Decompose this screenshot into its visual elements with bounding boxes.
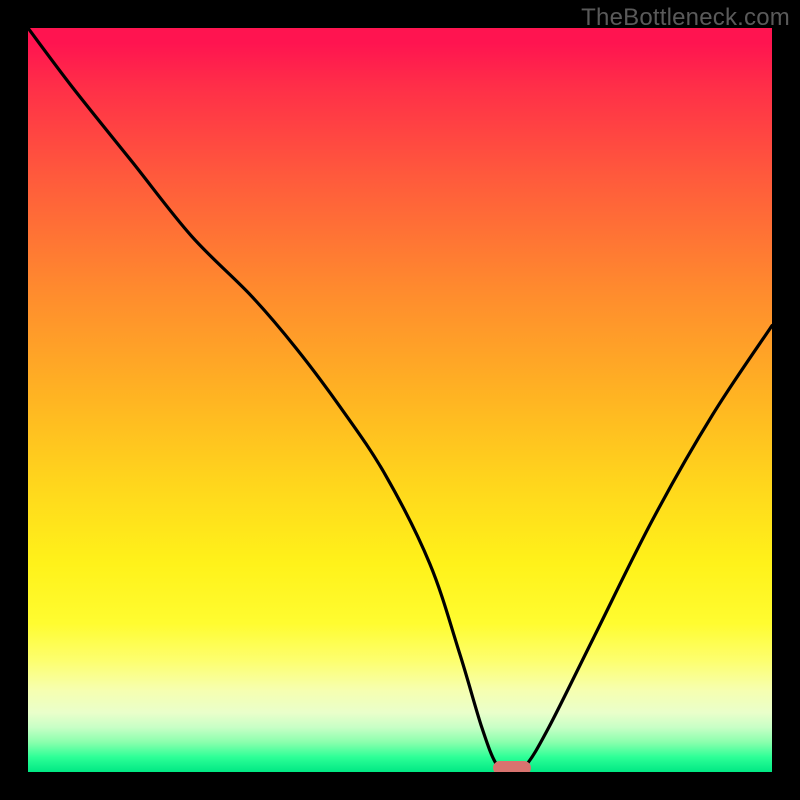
chart-frame: TheBottleneck.com (0, 0, 800, 800)
optimal-point-marker (493, 761, 531, 772)
curve-path (28, 28, 772, 772)
bottleneck-curve (28, 28, 772, 772)
plot-area (28, 28, 772, 772)
